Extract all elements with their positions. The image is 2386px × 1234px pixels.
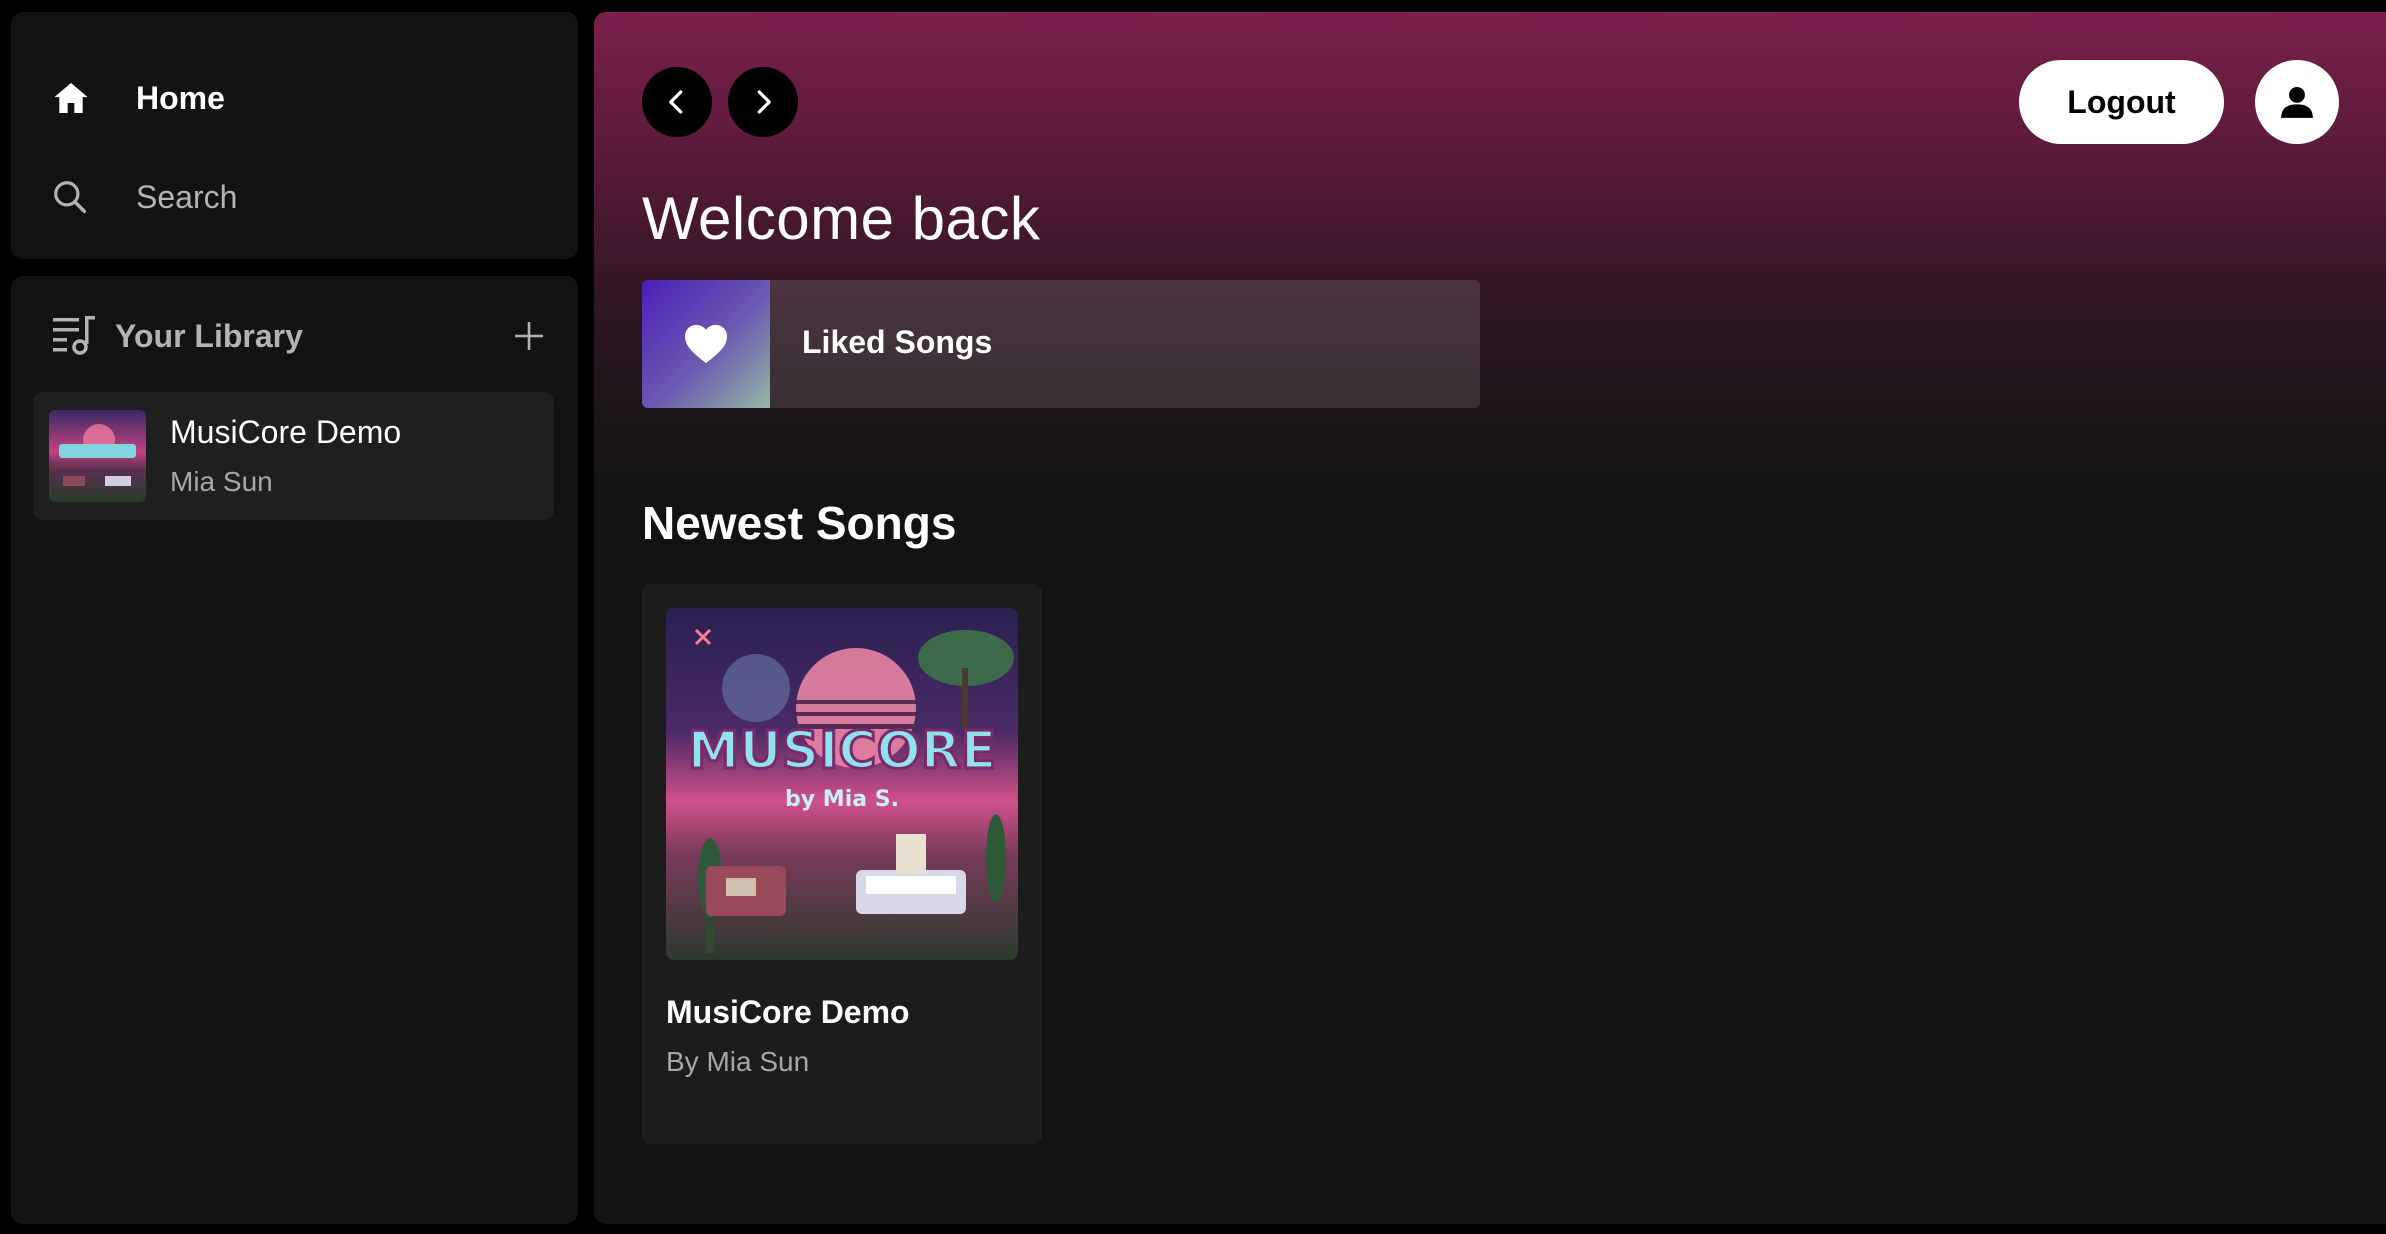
- library-item-artist: Mia Sun: [170, 466, 273, 497]
- page-title: Welcome back: [642, 185, 1041, 252]
- library-item[interactable]: MusiCore Demo Mia Sun: [33, 392, 554, 520]
- forward-button[interactable]: [728, 67, 798, 137]
- cover-subtitle-text: by Mia S.: [785, 787, 899, 812]
- logout-button[interactable]: Logout: [2019, 60, 2224, 144]
- newest-songs-heading: Newest Songs: [642, 497, 957, 549]
- library-panel: Your Library MusiCore Demo Mia Sun: [11, 276, 578, 1224]
- nav-home-label: Home: [136, 79, 225, 116]
- plus-icon: [515, 322, 543, 350]
- nav-search-label: Search: [136, 178, 238, 215]
- nav-home[interactable]: Home: [51, 68, 225, 128]
- library-item-title: MusiCore Demo: [170, 414, 402, 450]
- song-title: MusiCore Demo: [666, 994, 910, 1030]
- song-artist: By Mia Sun: [666, 1046, 810, 1077]
- liked-songs-art: [642, 280, 770, 408]
- cover-title-text: MUSICORE: [688, 721, 997, 781]
- home-icon: [51, 68, 111, 128]
- user-icon: [2281, 86, 2313, 118]
- app-window: Home Search Your Library MusiCore Demo M…: [0, 0, 2386, 1234]
- nav-panel: Home Search: [11, 12, 578, 259]
- search-icon: [51, 167, 111, 227]
- add-playlist-button[interactable]: [507, 314, 551, 358]
- chevron-left-icon: [669, 90, 683, 114]
- back-button[interactable]: [642, 67, 712, 137]
- library-title: Your Library: [115, 317, 303, 354]
- profile-button[interactable]: [2255, 60, 2339, 144]
- library-header[interactable]: Your Library: [51, 306, 551, 366]
- song-cover: MUSICORE by Mia S.: [666, 608, 1018, 960]
- song-card[interactable]: MUSICORE by Mia S. MusiCore Demo By Mia …: [642, 584, 1042, 1144]
- heart-icon: [685, 324, 727, 364]
- liked-songs-card[interactable]: Liked Songs: [642, 280, 1480, 408]
- nav-search[interactable]: Search: [51, 167, 237, 227]
- library-item-cover: [49, 410, 146, 502]
- library-icon: [51, 312, 97, 361]
- main-content: Logout Welcome back Liked Songs Newest S…: [594, 12, 2386, 1224]
- liked-songs-label: Liked Songs: [802, 324, 993, 360]
- chevron-right-icon: [757, 90, 771, 114]
